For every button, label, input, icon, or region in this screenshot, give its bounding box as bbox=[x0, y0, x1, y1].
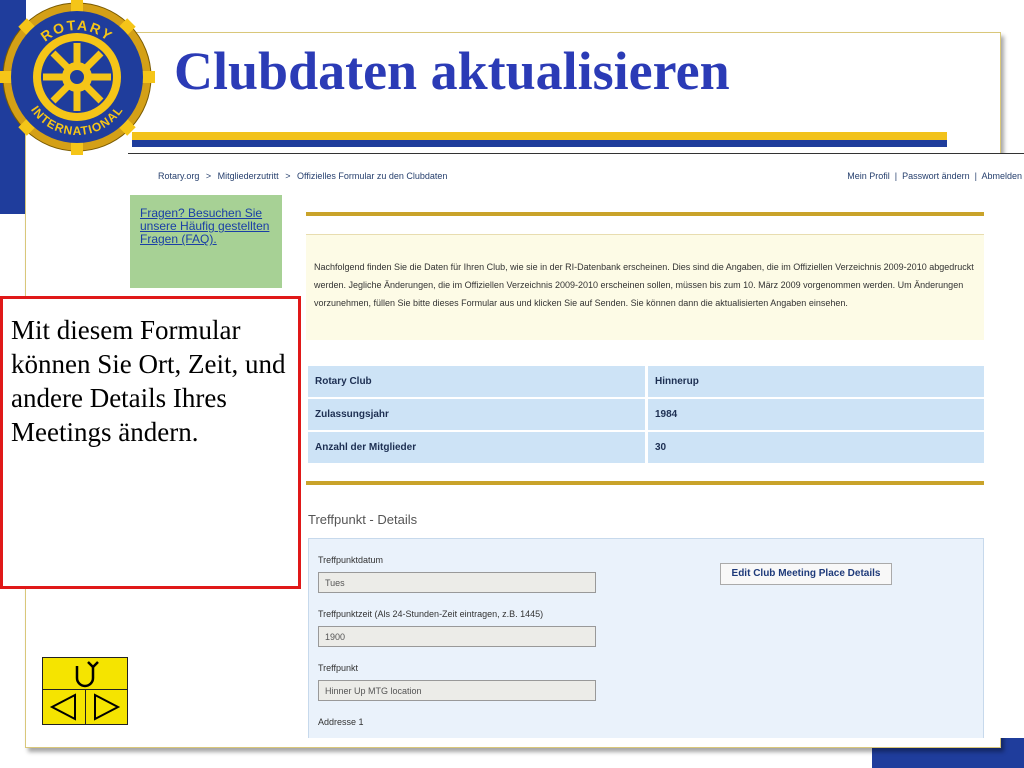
slide-title: Clubdaten aktualisieren bbox=[174, 41, 730, 101]
intro-text: Nachfolgend finden Sie die Daten für Ihr… bbox=[306, 234, 984, 340]
link-change-password[interactable]: Passwort ändern bbox=[902, 171, 970, 181]
table-row: Anzahl der Mitglieder 30 bbox=[308, 432, 984, 463]
address-label: Addresse 1 bbox=[318, 717, 364, 727]
nav-prev-button[interactable] bbox=[42, 689, 86, 725]
meeting-place-field[interactable]: Hinner Up MTG location bbox=[318, 680, 596, 701]
top-links: Mein Profil | Passwort ändern | Abmelden bbox=[847, 171, 1022, 181]
return-icon bbox=[75, 661, 99, 688]
breadcrumb-item-member-access[interactable]: Mitgliederzutritt bbox=[218, 171, 279, 181]
club-info-table: Rotary Club Hinnerup Zulassungsjahr 1984… bbox=[308, 364, 984, 465]
section-rule bbox=[306, 212, 984, 216]
club-label: Rotary Club bbox=[308, 366, 648, 397]
callout-box: Mit diesem Formular können Sie Ort, Zeit… bbox=[0, 296, 301, 589]
nav-return-button[interactable] bbox=[42, 657, 128, 690]
members-label: Anzahl der Mitglieder bbox=[308, 432, 648, 463]
faq-link[interactable]: Fragen? Besuchen Sie unsere Häufig geste… bbox=[140, 207, 272, 246]
breadcrumb: Rotary.org > Mitgliederzutritt > Offizie… bbox=[158, 171, 451, 181]
faq-box: Fragen? Besuchen Sie unsere Häufig geste… bbox=[130, 195, 282, 288]
triangle-left-icon bbox=[49, 693, 76, 721]
breadcrumb-item-rotary-org[interactable]: Rotary.org bbox=[158, 171, 199, 181]
section-rule bbox=[306, 481, 984, 485]
title-gold-rule bbox=[132, 132, 947, 140]
link-my-profile[interactable]: Mein Profil bbox=[847, 171, 890, 181]
year-value: 1984 bbox=[648, 399, 984, 430]
breadcrumb-separator: > bbox=[285, 171, 291, 181]
breadcrumb-item-club-data-form[interactable]: Offizielles Formular zu den Clubdaten bbox=[297, 171, 447, 181]
table-row: Rotary Club Hinnerup bbox=[308, 366, 984, 397]
meeting-time-label: Treffpunktzeit (Als 24-Stunden-Zeit eint… bbox=[318, 609, 544, 619]
edit-meeting-place-button[interactable]: Edit Club Meeting Place Details bbox=[720, 563, 892, 585]
club-value: Hinnerup bbox=[648, 366, 984, 397]
breadcrumb-separator: > bbox=[205, 171, 212, 181]
members-value: 30 bbox=[648, 432, 984, 463]
meeting-place-label: Treffpunkt bbox=[318, 663, 359, 673]
link-logout[interactable]: Abmelden bbox=[981, 171, 1022, 181]
triangle-right-icon bbox=[94, 693, 121, 721]
title-blue-rule bbox=[132, 140, 947, 147]
meeting-time-field[interactable]: 1900 bbox=[318, 626, 596, 647]
nav-next-button[interactable] bbox=[85, 689, 128, 725]
meeting-section-title: Treffpunkt - Details bbox=[308, 512, 418, 527]
meeting-day-field[interactable]: Tues bbox=[318, 572, 596, 593]
meeting-details-panel: Treffpunktdatum Tues Treffpunktzeit (Als… bbox=[308, 538, 984, 738]
year-label: Zulassungsjahr bbox=[308, 399, 648, 430]
table-row: Zulassungsjahr 1984 bbox=[308, 399, 984, 430]
meeting-day-label: Treffpunktdatum bbox=[318, 555, 384, 565]
